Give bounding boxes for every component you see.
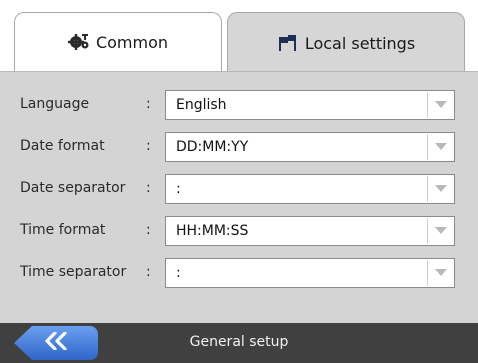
setting-row-time-format: Time format : HH:MM:SS [0,216,478,248]
tab-common-label: Common [95,32,169,52]
dropdown-arrow-icon[interactable] [427,260,453,286]
footer-title: General setup [189,334,289,350]
time-separator-select[interactable]: : [165,258,455,288]
dropdown-arrow-icon[interactable] [427,134,453,160]
select-value: DD:MM:YY [176,139,249,155]
setting-label: Time format [20,222,106,238]
general-setup-screen: Common Local settings Language : English [0,0,478,363]
flags-icon [277,34,299,52]
tab-local-settings[interactable]: Local settings [227,12,465,73]
date-separator-select[interactable]: : [165,174,455,204]
setting-separator: : [146,96,151,112]
footer-bar: General setup [0,323,478,363]
setting-row-time-separator: Time separator : : [0,258,478,290]
dropdown-arrow-icon[interactable] [427,218,453,244]
dropdown-arrow-icon[interactable] [427,92,453,118]
language-select[interactable]: English [165,90,455,120]
dropdown-arrow-icon[interactable] [427,176,453,202]
tab-common[interactable]: Common [14,12,222,71]
setting-separator: : [146,264,151,280]
setting-separator: : [146,180,151,196]
setting-row-date-format: Date format : DD:MM:YY [0,132,478,164]
setting-label: Time separator [20,264,127,280]
date-format-select[interactable]: DD:MM:YY [165,132,455,162]
select-value: : [176,181,181,197]
setting-label: Date format [20,138,105,154]
time-format-select[interactable]: HH:MM:SS [165,216,455,246]
setting-row-language: Language : English [0,90,478,122]
tab-local-settings-label: Local settings [304,33,416,53]
gears-icon [67,33,90,51]
select-value: : [176,265,181,281]
select-value: English [176,97,227,113]
setting-label: Date separator [20,180,126,196]
select-value: HH:MM:SS [176,223,249,239]
settings-panel: Language : English Date format : DD:MM:Y… [0,71,478,324]
setting-row-date-separator: Date separator : : [0,174,478,206]
setting-label: Language [20,96,90,112]
setting-separator: : [146,222,151,238]
setting-separator: : [146,138,151,154]
